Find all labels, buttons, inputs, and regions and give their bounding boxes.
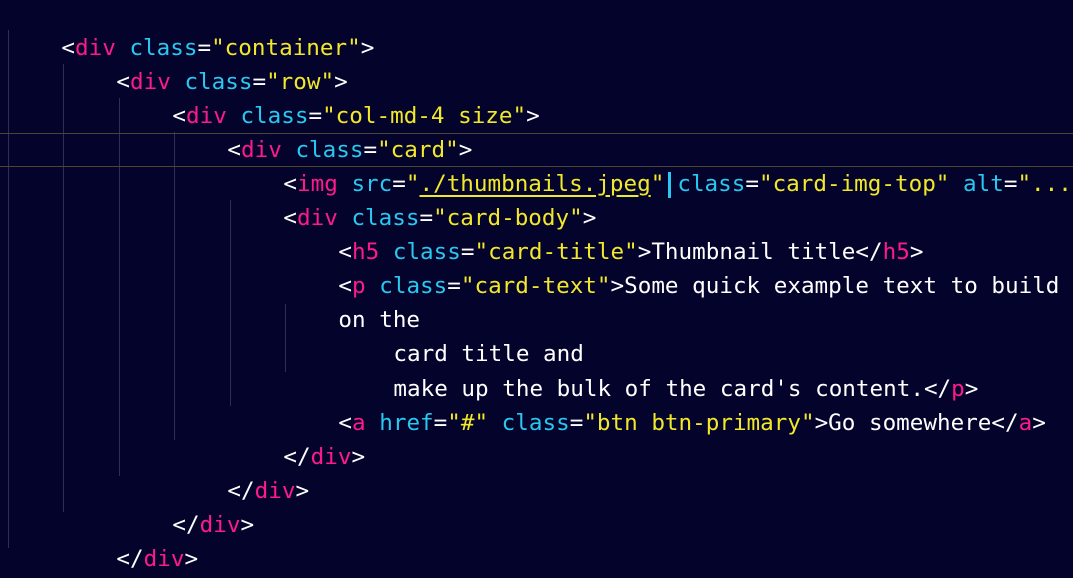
code-editor[interactable]: <div class="container"> <div class="row"… bbox=[0, 0, 1073, 578]
token-tag: div bbox=[310, 444, 352, 470]
token: = bbox=[745, 171, 759, 197]
token: = bbox=[569, 410, 584, 436]
code-line-3[interactable]: <div class="col-md-4 size"> bbox=[118, 65, 539, 129]
token: > bbox=[360, 35, 375, 61]
token-string: "btn btn-primary" bbox=[583, 410, 815, 436]
code-line-5[interactable]: <img src="./thumbnails.jpeg" class="card-… bbox=[229, 133, 1073, 198]
token-attribute: alt bbox=[949, 171, 1004, 197]
token: > bbox=[814, 410, 829, 436]
token-string: " bbox=[650, 171, 665, 197]
token-attribute: class bbox=[488, 410, 570, 436]
token-string: "card-text" bbox=[460, 273, 611, 299]
code-line-17[interactable]: </div> bbox=[7, 542, 143, 576]
code-line-2[interactable]: <div class="row"> bbox=[62, 31, 347, 95]
code-line-10[interactable]: card title and bbox=[339, 303, 583, 367]
token: = bbox=[433, 410, 448, 436]
token-attribute: href bbox=[365, 410, 434, 436]
code-line-1[interactable]: <div class="container"> bbox=[7, 0, 374, 61]
token: = bbox=[447, 273, 461, 299]
token-tag: a bbox=[1018, 410, 1033, 436]
code-line-13[interactable]: </div> bbox=[229, 406, 365, 470]
token: > bbox=[1032, 410, 1046, 436]
code-line-16[interactable]: </div> bbox=[62, 508, 198, 572]
token: </ bbox=[991, 410, 1019, 436]
code-line-12[interactable]: <a href="#" class="btn btn-primary">Go s… bbox=[284, 372, 1045, 436]
token-string: "#" bbox=[447, 410, 489, 436]
token: > bbox=[610, 273, 625, 299]
token-string: "..." bbox=[1017, 171, 1073, 197]
token: > bbox=[184, 546, 199, 572]
token: > bbox=[295, 478, 310, 504]
token-text: Some quick example text to build bbox=[624, 273, 1060, 299]
code-line-9[interactable]: on the bbox=[284, 269, 420, 333]
indent-guide bbox=[8, 30, 9, 548]
token: > bbox=[526, 103, 540, 129]
token-attribute: class bbox=[677, 171, 746, 197]
token-string: "card-img-top" bbox=[758, 171, 950, 197]
token-tag: div bbox=[199, 512, 241, 538]
code-line-7[interactable]: <h5 class="card-title">Thumbnail title</… bbox=[284, 201, 923, 265]
token: = bbox=[1003, 171, 1018, 197]
code-line-15[interactable]: </div> bbox=[118, 474, 254, 538]
token: > bbox=[351, 444, 366, 470]
code-line-11[interactable]: make up the bulk of the card's content.<… bbox=[339, 338, 978, 402]
token-tag: div bbox=[254, 478, 296, 504]
token: > bbox=[240, 512, 255, 538]
code-line-14[interactable]: </div> bbox=[173, 440, 309, 504]
text-cursor bbox=[668, 171, 672, 198]
token-tag: div bbox=[143, 546, 185, 572]
code-line-6[interactable]: <div class="card-body"> bbox=[229, 167, 596, 231]
token-text: Go somewhere bbox=[828, 410, 992, 436]
code-line-4[interactable]: <div class="card"> bbox=[173, 99, 472, 163]
code-line-8[interactable]: <p class="card-text">Some quick example … bbox=[284, 235, 1059, 299]
